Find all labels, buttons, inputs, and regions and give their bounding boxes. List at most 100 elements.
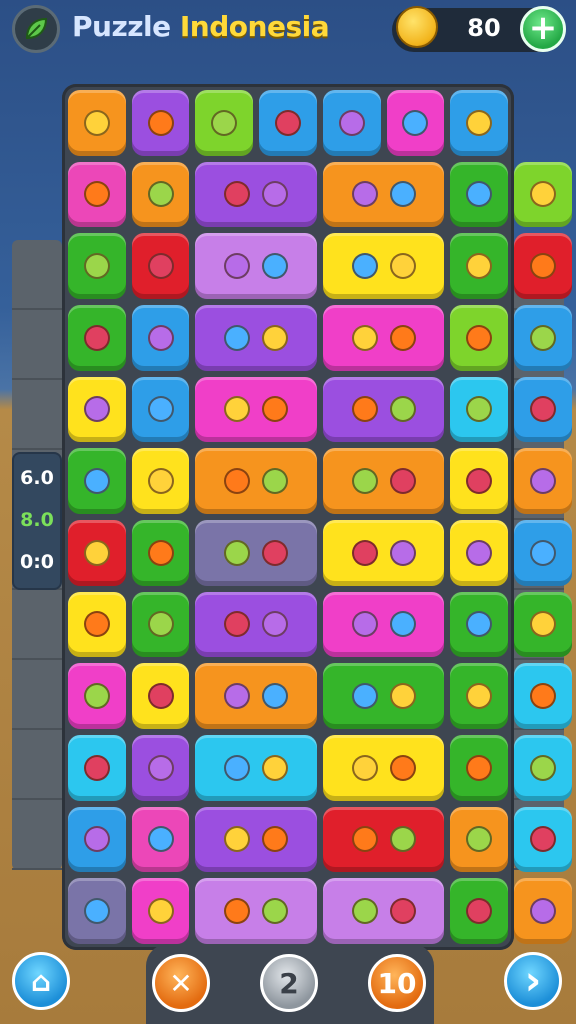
board-tile[interactable]	[195, 591, 317, 658]
board-tile[interactable]	[131, 448, 190, 514]
board-tile[interactable]	[195, 233, 317, 299]
board-tile[interactable]	[514, 806, 572, 873]
add-coins-button[interactable]: +	[520, 6, 566, 52]
board-tile[interactable]	[68, 878, 126, 944]
board-tile[interactable]	[195, 448, 317, 514]
board-tile[interactable]	[386, 90, 445, 156]
board-tile[interactable]	[450, 878, 508, 944]
board-tile[interactable]	[450, 663, 508, 729]
leaf-icon	[224, 396, 251, 423]
board-tile[interactable]	[450, 520, 508, 586]
star-icon	[351, 611, 378, 638]
count-button[interactable]: 2	[260, 954, 318, 1012]
board-tile[interactable]	[514, 233, 572, 299]
banana-icon	[389, 324, 416, 351]
board-tile[interactable]	[322, 376, 445, 443]
board-tile[interactable]	[195, 376, 317, 443]
board-tile[interactable]	[131, 90, 190, 156]
board-tile[interactable]	[450, 376, 508, 443]
board-tile[interactable]	[68, 161, 126, 228]
board-tile[interactable]	[322, 90, 381, 156]
board-tile[interactable]	[450, 806, 508, 873]
board-tile[interactable]	[450, 90, 508, 156]
plum-icon	[147, 611, 174, 638]
board-tile[interactable]	[322, 663, 445, 729]
board-tile[interactable]	[450, 735, 508, 801]
board-tile[interactable]	[195, 735, 317, 801]
plum-icon	[147, 109, 174, 136]
board-tile[interactable]	[450, 233, 508, 299]
star-icon	[351, 898, 378, 925]
board-tile[interactable]	[450, 161, 508, 228]
score-line-3: 0:0	[19, 551, 55, 573]
board-tile[interactable]	[514, 376, 572, 443]
game-title: Puzzle Indonesia	[72, 10, 330, 43]
board-tile[interactable]	[195, 878, 317, 944]
board-tile[interactable]	[131, 520, 190, 586]
board-tile[interactable]	[514, 663, 572, 729]
home-button[interactable]: ⌂	[12, 952, 70, 1010]
cancel-button[interactable]: ✕	[152, 954, 210, 1012]
title-part2: Indonesia	[179, 10, 330, 43]
board-tile[interactable]	[514, 161, 572, 228]
board-tile[interactable]	[131, 735, 190, 801]
board-tile[interactable]	[195, 663, 317, 729]
board-tile[interactable]	[322, 735, 445, 801]
board-tile[interactable]	[195, 161, 317, 228]
board-tile[interactable]	[514, 448, 572, 514]
board-tile[interactable]	[322, 806, 445, 873]
board-tile[interactable]	[68, 448, 126, 514]
board-tile[interactable]	[514, 878, 572, 944]
board-tile[interactable]	[322, 233, 445, 299]
board-tile[interactable]	[68, 591, 126, 658]
board-tile[interactable]	[195, 90, 254, 156]
board-tile[interactable]	[259, 90, 317, 156]
basket-icon	[211, 109, 238, 136]
board-tile[interactable]	[322, 448, 445, 514]
board-tile[interactable]	[68, 90, 126, 156]
moves-button[interactable]: 10	[368, 954, 426, 1012]
leaf-icon	[389, 468, 416, 495]
chevron-right-icon: ›	[524, 958, 542, 1004]
board-tile[interactable]	[68, 735, 126, 801]
board-tile[interactable]	[195, 806, 317, 873]
next-button[interactable]: ›	[504, 952, 562, 1010]
star-icon	[224, 826, 251, 853]
board-tile[interactable]	[131, 806, 190, 873]
board-tile[interactable]	[68, 806, 126, 873]
board-tile[interactable]	[514, 735, 572, 801]
board-tile[interactable]	[195, 305, 317, 371]
board-tile[interactable]	[195, 520, 317, 586]
board-tile[interactable]	[322, 161, 445, 228]
board-tile[interactable]	[514, 591, 572, 658]
board-tile[interactable]	[322, 878, 445, 944]
board-tile[interactable]	[131, 663, 190, 729]
board-tile[interactable]	[131, 878, 190, 944]
board-tile[interactable]	[514, 305, 572, 371]
board-tile[interactable]	[322, 591, 445, 658]
lemon-icon	[529, 181, 556, 208]
leaf-icon	[351, 253, 378, 280]
heart-icon	[529, 539, 556, 566]
board-tile[interactable]	[131, 591, 190, 658]
board-tile[interactable]	[131, 233, 190, 299]
board-tile[interactable]	[322, 305, 445, 371]
carrot-icon	[351, 826, 378, 853]
board-tile[interactable]	[68, 233, 126, 299]
leaf-menu-button[interactable]	[12, 5, 60, 53]
board-tile[interactable]	[450, 305, 508, 371]
board-tile[interactable]	[450, 591, 508, 658]
board-tile[interactable]	[131, 161, 190, 228]
board-tile[interactable]	[68, 663, 126, 729]
board-tile[interactable]	[514, 520, 572, 586]
board-tile[interactable]	[68, 520, 126, 586]
board-tile[interactable]	[131, 376, 190, 443]
face-icon	[466, 396, 493, 423]
board-tile[interactable]	[322, 520, 445, 586]
lemon-icon	[83, 826, 110, 853]
board-tile[interactable]	[450, 448, 508, 514]
board-tile[interactable]	[131, 305, 190, 371]
board-tile[interactable]	[68, 376, 126, 443]
star-icon	[224, 253, 251, 280]
board-tile[interactable]	[68, 305, 126, 371]
